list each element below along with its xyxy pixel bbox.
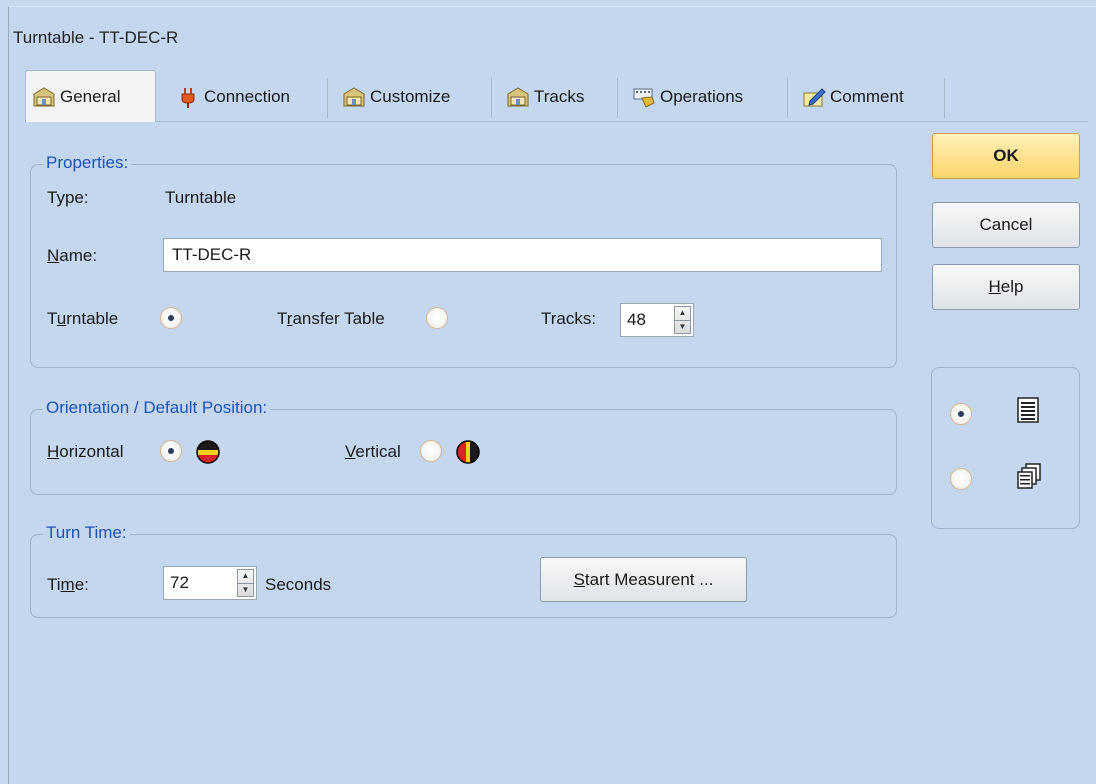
start-measurement-button[interactable]: Start Measurent ... bbox=[540, 557, 747, 602]
window-title: Turntable - TT-DEC-R bbox=[13, 28, 179, 47]
turn-time-legend: Turn Time: bbox=[43, 523, 130, 543]
keyboard-hand-icon bbox=[633, 88, 655, 108]
tab-separator bbox=[617, 78, 618, 118]
tracks-value: 48 bbox=[627, 310, 646, 329]
tab-label: Connection bbox=[204, 87, 291, 106]
pencil-note-icon bbox=[803, 88, 826, 107]
single-page-icon bbox=[1017, 397, 1039, 423]
single-view-radio[interactable] bbox=[950, 403, 972, 425]
turntable-radio[interactable] bbox=[160, 307, 182, 329]
view-mode-group bbox=[931, 367, 1080, 529]
transfer-table-radio[interactable] bbox=[426, 307, 448, 329]
tab-separator bbox=[491, 78, 492, 118]
tab-label: Operations bbox=[660, 87, 744, 106]
folder-house-icon bbox=[33, 86, 55, 106]
tab-comment[interactable]: Comment bbox=[796, 74, 904, 120]
folder-house-icon bbox=[507, 87, 529, 107]
tab-label: Customize bbox=[370, 87, 451, 106]
seconds-label: Seconds bbox=[265, 575, 332, 594]
properties-legend: Properties: bbox=[43, 153, 132, 173]
down-arrow-icon[interactable]: ▼ bbox=[675, 321, 690, 334]
tab-customize[interactable]: Customize bbox=[336, 74, 450, 120]
tab-underline bbox=[25, 121, 1088, 122]
multi-view-radio[interactable] bbox=[950, 468, 972, 490]
horizontal-label: Horizontal bbox=[47, 442, 124, 461]
orientation-legend: Orientation / Default Position: bbox=[43, 398, 271, 418]
tracks-stepper[interactable]: 48 ▲ ▼ bbox=[620, 303, 694, 337]
turn-time-group: Turn Time: bbox=[30, 523, 897, 618]
vertical-label: Vertical bbox=[345, 442, 401, 461]
tab-label: General bbox=[60, 86, 121, 106]
tab-separator bbox=[327, 78, 328, 118]
up-arrow-icon[interactable]: ▲ bbox=[675, 307, 690, 321]
tracks-label: Tracks: bbox=[541, 309, 597, 328]
name-label: Name: bbox=[47, 246, 98, 265]
turntable-label: Turntable bbox=[47, 309, 119, 328]
ok-button[interactable]: OK bbox=[932, 133, 1080, 179]
name-input[interactable]: TT-DEC-R bbox=[163, 238, 882, 272]
cancel-button[interactable]: Cancel bbox=[932, 202, 1080, 248]
tab-separator bbox=[944, 78, 945, 118]
down-arrow-icon[interactable]: ▼ bbox=[238, 584, 253, 597]
time-value: 72 bbox=[170, 573, 189, 592]
type-label: Type: bbox=[47, 188, 89, 207]
help-button[interactable]: Help bbox=[932, 264, 1080, 310]
tab-connection[interactable]: Connection bbox=[170, 74, 290, 120]
time-label: Time: bbox=[47, 575, 89, 594]
tab-operations[interactable]: Operations bbox=[626, 74, 743, 120]
folder-house-icon bbox=[343, 87, 365, 107]
vertical-disc-icon bbox=[456, 440, 480, 464]
plug-icon bbox=[181, 88, 195, 108]
stepper-arrows[interactable]: ▲ ▼ bbox=[237, 569, 254, 597]
tab-general[interactable]: General bbox=[25, 70, 156, 122]
tab-separator bbox=[787, 78, 788, 118]
horizontal-disc-icon bbox=[196, 440, 220, 464]
stepper-arrows[interactable]: ▲ ▼ bbox=[674, 306, 691, 334]
multi-page-icon bbox=[1017, 463, 1041, 489]
type-value: Turntable bbox=[165, 188, 237, 207]
transfer-table-label: Transfer Table bbox=[277, 309, 385, 328]
tab-label: Tracks bbox=[534, 87, 585, 106]
vertical-radio[interactable] bbox=[420, 440, 442, 462]
horizontal-radio[interactable] bbox=[160, 440, 182, 462]
tab-tracks[interactable]: Tracks bbox=[500, 74, 584, 120]
up-arrow-icon[interactable]: ▲ bbox=[238, 570, 253, 584]
tab-label: Comment bbox=[830, 87, 904, 106]
time-stepper[interactable]: 72 ▲ ▼ bbox=[163, 566, 257, 600]
